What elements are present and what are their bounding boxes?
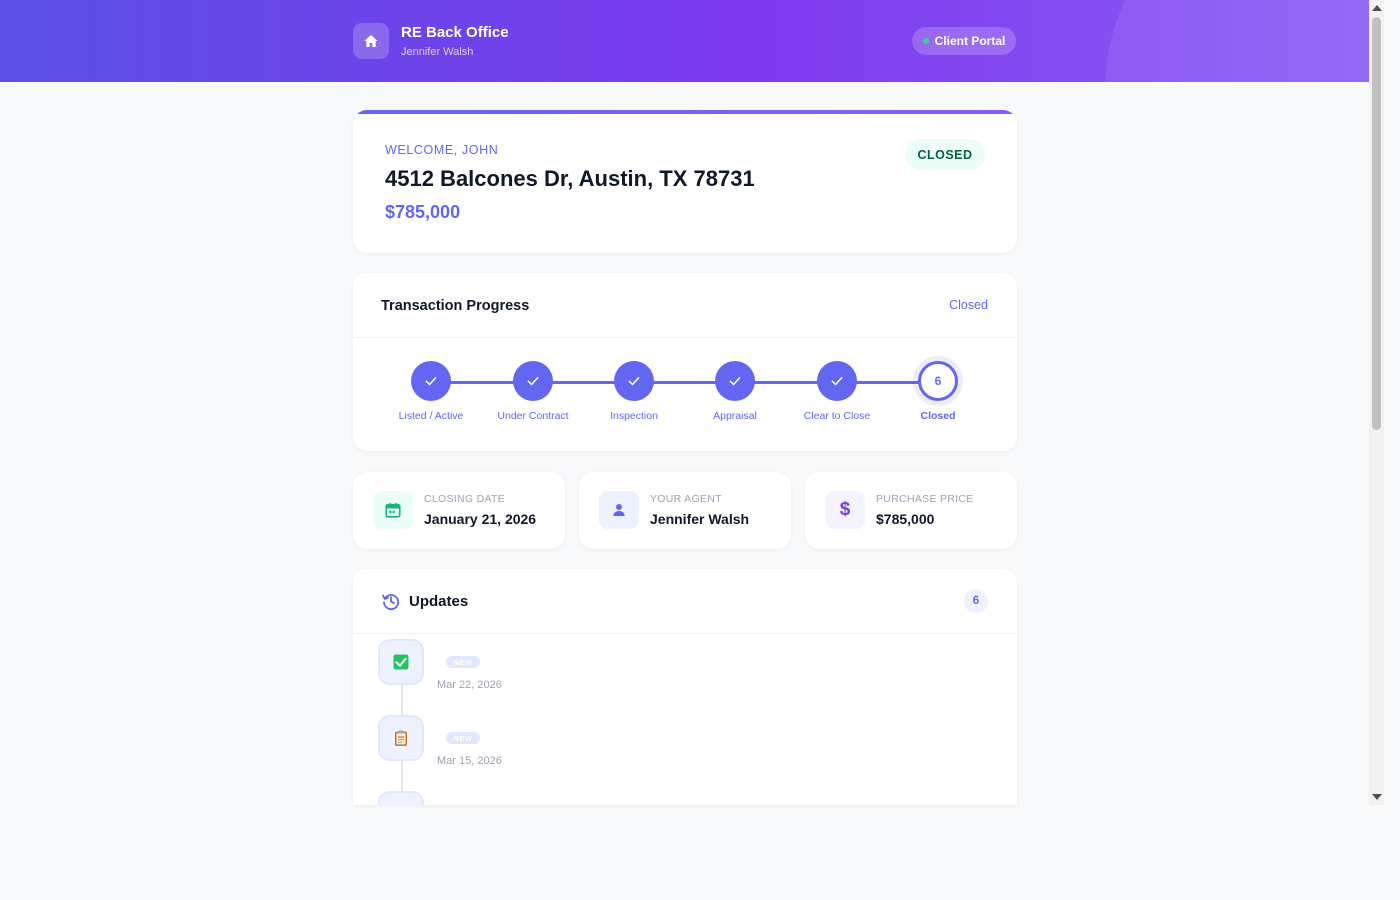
property-price: $785,000 <box>385 202 461 222</box>
agent-name-value: Jennifer Walsh <box>650 511 750 527</box>
clipboard-icon <box>378 715 424 761</box>
new-badge: NEW <box>446 732 480 744</box>
progress-track <box>431 381 938 384</box>
info-label: YOUR AGENT <box>650 493 722 505</box>
closing-date-card: CLOSING DATE January 21, 2026 <box>353 472 565 549</box>
agent-card: YOUR AGENT Jennifer Walsh <box>579 472 791 549</box>
scroll-thumb[interactable] <box>1372 17 1381 430</box>
page-scrollbar[interactable] <box>1369 0 1384 805</box>
closing-date-value: January 21, 2026 <box>424 511 537 527</box>
step-inspection <box>614 361 654 401</box>
checkbox-icon <box>378 639 424 685</box>
scroll-up-arrow-icon[interactable] <box>1372 5 1382 11</box>
calendar-icon <box>373 491 413 529</box>
client-portal-label: Client Portal <box>934 34 1006 48</box>
status-badge: CLOSED <box>905 139 985 170</box>
update-date: Mar 15, 2026 <box>437 755 502 767</box>
property-card: WELCOME, JOHN 4512 Balcones Dr, Austin, … <box>353 110 1017 253</box>
brand-subtitle: Jennifer Walsh <box>401 46 474 58</box>
purchase-price-value: $785,000 <box>876 511 935 527</box>
property-address: 4512 Balcones Dr, Austin, TX 78731 <box>385 166 755 191</box>
divider <box>353 337 1017 338</box>
check-icon <box>425 377 437 386</box>
person-icon <box>599 491 639 529</box>
card-accent-bar <box>353 110 1017 114</box>
divider <box>353 633 1017 634</box>
brand-title: RE Back Office <box>401 24 509 41</box>
progress-status: Closed <box>949 298 988 312</box>
app-header: RE Back Office Jennifer Walsh Client Por… <box>0 0 1369 82</box>
header-decoration <box>1105 0 1369 82</box>
progress-title: Transaction Progress <box>381 298 530 314</box>
updates-card: Updates 6 NEW Mar 22, 2026 NEW Mar 15, 2… <box>353 569 1017 805</box>
step-clear-to-close <box>817 361 857 401</box>
new-badge: NEW <box>446 656 480 668</box>
status-dot-icon <box>922 38 929 44</box>
transaction-progress-card: Transaction Progress Closed 6 Listed / A… <box>353 273 1017 451</box>
step-label: Closed <box>920 410 956 422</box>
home-icon[interactable] <box>353 23 389 59</box>
update-icon <box>378 791 424 805</box>
scroll-down-arrow-icon[interactable] <box>1372 794 1382 800</box>
purchase-price-card: $ PURCHASE PRICE $785,000 <box>805 472 1017 549</box>
dollar-icon: $ <box>825 491 865 529</box>
history-icon <box>382 594 400 611</box>
step-appraisal <box>715 361 755 401</box>
check-icon <box>628 377 640 386</box>
updates-count-badge: 6 <box>964 589 988 613</box>
step-under-contract <box>513 361 553 401</box>
check-icon <box>527 377 539 386</box>
update-date: Mar 22, 2026 <box>437 679 502 691</box>
check-icon <box>729 377 741 386</box>
check-icon <box>831 377 843 386</box>
updates-title: Updates <box>409 593 469 610</box>
info-label: CLOSING DATE <box>424 493 506 505</box>
step-closed: 6 <box>918 361 958 401</box>
client-portal-button[interactable]: Client Portal <box>912 27 1016 55</box>
info-label: PURCHASE PRICE <box>876 493 974 505</box>
welcome-label: WELCOME, JOHN <box>385 143 499 157</box>
step-listed-active <box>411 361 451 401</box>
